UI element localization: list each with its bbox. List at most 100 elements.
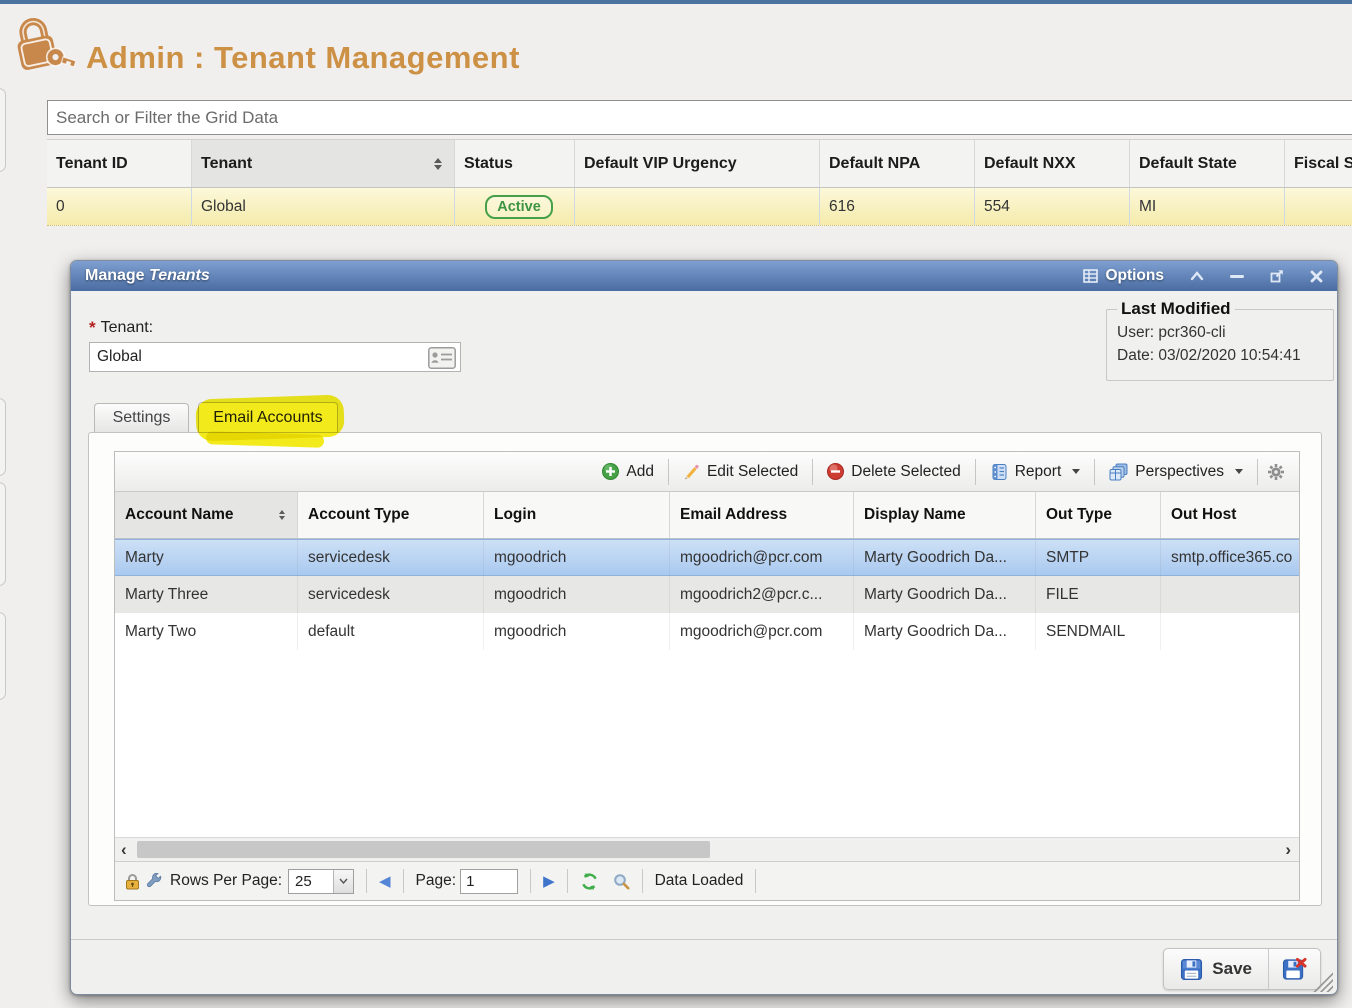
column-out-host[interactable]: Out Host <box>1161 492 1299 538</box>
contact-card-icon <box>428 347 456 369</box>
grid-search-input[interactable] <box>47 100 1352 135</box>
cell-login: mgoodrich <box>484 576 670 613</box>
account-row-marty[interactable]: Marty servicedesk mgoodrich mgoodrich@pc… <box>115 539 1299 576</box>
grid-tools-button[interactable] <box>146 873 162 889</box>
rows-per-page-label: Rows Per Page: <box>170 872 282 890</box>
top-accent-bar <box>0 0 1352 4</box>
popout-button[interactable] <box>1270 269 1284 283</box>
tenant-grid-header: Tenant ID Tenant Status Default VIP Urge… <box>47 139 1352 188</box>
accounts-grid-header: Account Name Account Type Login Email Ad… <box>115 492 1299 539</box>
required-marker: * <box>89 318 96 338</box>
account-row-marty-three[interactable]: Marty Three servicedesk mgoodrich mgoodr… <box>115 576 1299 613</box>
grid-settings-button[interactable] <box>1263 458 1289 486</box>
options-button[interactable]: Options <box>1083 267 1164 285</box>
column-default-vip-urgency[interactable]: Default VIP Urgency <box>575 140 820 187</box>
accounts-toolbar: Add Edit Selected <box>115 452 1299 492</box>
column-default-npa[interactable]: Default NPA <box>820 140 975 187</box>
column-status[interactable]: Status <box>455 140 575 187</box>
cell-account-type: servicedesk <box>298 576 484 613</box>
cell-email-address: mgoodrich@pcr.com <box>670 613 854 650</box>
rows-per-page-select[interactable]: 25 <box>288 869 354 894</box>
manage-tenants-dialog: Manage Tenants Options <box>70 260 1338 995</box>
pager-separator <box>755 869 756 893</box>
cell-email-address: mgoodrich@pcr.com <box>670 540 854 575</box>
column-login[interactable]: Login <box>484 492 670 538</box>
tenant-input[interactable] <box>90 343 420 371</box>
tab-email-accounts[interactable]: Email Accounts <box>198 402 338 432</box>
cell-out-host <box>1161 576 1299 613</box>
combo-arrow-icon <box>333 870 353 893</box>
left-panel-edge <box>0 612 6 700</box>
cell-out-type: SMTP <box>1036 540 1161 575</box>
pencil-icon <box>683 463 700 480</box>
minus-icon <box>1230 271 1244 281</box>
email-accounts-panel: Add Edit Selected <box>88 432 1322 906</box>
page-number-input[interactable] <box>460 869 518 894</box>
cell-login: mgoodrich <box>484 540 670 575</box>
column-account-type[interactable]: Account Type <box>298 492 484 538</box>
status-badge: Active <box>485 195 553 219</box>
scrollbar-thumb[interactable] <box>137 841 710 858</box>
search-grid-button[interactable] <box>613 873 630 890</box>
report-icon <box>990 463 1008 481</box>
column-out-type[interactable]: Out Type <box>1036 492 1161 538</box>
save-button[interactable]: Save <box>1164 949 1268 989</box>
column-tenant[interactable]: Tenant <box>192 140 455 187</box>
column-display-name[interactable]: Display Name <box>854 492 1036 538</box>
save-and-close-button[interactable] <box>1269 949 1320 989</box>
email-accounts-grid: Add Edit Selected <box>114 451 1300 901</box>
cell-display-name: Marty Goodrich Da... <box>854 613 1036 650</box>
perspectives-button[interactable]: Perspectives <box>1100 458 1252 486</box>
cell-out-host: smtp.office365.co <box>1161 540 1299 575</box>
add-button[interactable]: Add <box>593 458 663 486</box>
cell-display-name: Marty Goodrich Da... <box>854 576 1036 613</box>
magnifier-icon <box>613 873 630 890</box>
column-account-name[interactable]: Account Name <box>115 492 298 538</box>
grid-empty-area <box>115 650 1299 837</box>
tenant-field-label: * Tenant: <box>89 318 153 338</box>
dialog-titlebar[interactable]: Manage Tenants Options <box>71 261 1337 291</box>
edit-selected-button[interactable]: Edit Selected <box>674 458 807 486</box>
page-title: Admin : Tenant Management <box>86 40 520 76</box>
lock-columns-button[interactable] <box>125 873 140 890</box>
close-button[interactable] <box>1310 270 1323 283</box>
tenant-lookup-button[interactable] <box>428 347 456 374</box>
sort-arrows-icon <box>434 158 442 170</box>
scroll-left-button[interactable]: ‹ <box>121 839 127 861</box>
close-icon <box>1310 270 1323 283</box>
report-button[interactable]: Report <box>981 458 1090 486</box>
column-default-nxx[interactable]: Default NXX <box>975 140 1130 187</box>
cell-account-name: Marty Two <box>115 613 298 650</box>
gear-icon <box>1267 463 1285 481</box>
tenant-row-global[interactable]: 0 Global Active 616 554 MI <box>47 188 1352 226</box>
toolbar-separator <box>1094 459 1095 485</box>
column-tenant-id[interactable]: Tenant ID <box>47 140 192 187</box>
tab-settings[interactable]: Settings <box>94 403 189 432</box>
previous-page-button[interactable]: ◀ <box>379 872 391 890</box>
cell-default-state: MI <box>1130 188 1285 225</box>
last-modified-user: User: pcr360-cli <box>1117 321 1323 344</box>
scroll-right-button[interactable]: › <box>1285 839 1291 861</box>
chevron-up-icon <box>1190 271 1204 281</box>
wrench-icon <box>146 873 162 889</box>
cell-out-type: FILE <box>1036 576 1161 613</box>
pager-separator <box>530 869 531 893</box>
cell-default-vip-urgency <box>575 188 820 225</box>
collapse-button[interactable] <box>1190 271 1204 281</box>
column-email-address[interactable]: Email Address <box>670 492 854 538</box>
delete-selected-button[interactable]: Delete Selected <box>818 458 969 486</box>
pager-separator <box>403 869 404 893</box>
tenant-field <box>89 342 461 372</box>
refresh-button[interactable] <box>580 872 599 891</box>
cell-tenant-id: 0 <box>47 188 192 225</box>
minimize-button[interactable] <box>1230 271 1244 281</box>
cell-tenant: Global <box>192 188 455 225</box>
last-modified-panel: Last Modified User: pcr360-cli Date: 03/… <box>1106 299 1334 381</box>
toolbar-separator <box>1257 459 1258 485</box>
next-page-button[interactable]: ▶ <box>543 872 555 890</box>
save-close-floppy-icon <box>1282 957 1307 981</box>
column-default-state[interactable]: Default State <box>1130 140 1285 187</box>
left-panel-edge <box>0 482 6 586</box>
account-row-marty-two[interactable]: Marty Two default mgoodrich mgoodrich@pc… <box>115 613 1299 650</box>
column-fiscal[interactable]: Fiscal S <box>1285 140 1352 187</box>
